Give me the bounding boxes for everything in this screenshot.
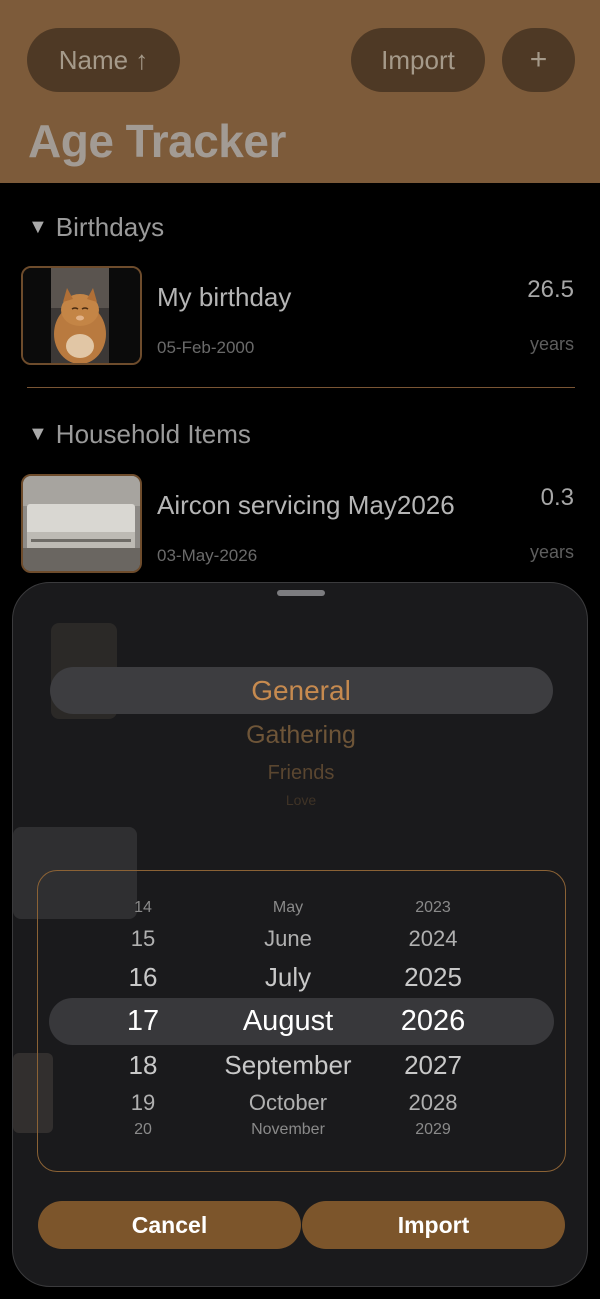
list-item[interactable]: My birthday 05-Feb-2000 26.5 years	[0, 266, 600, 366]
day-option-selected: 17	[126, 1005, 160, 1037]
date-row[interactable]: 15 June 2024	[38, 926, 567, 966]
month-option-selected: August	[242, 1005, 334, 1037]
section-title: Household Items	[55, 419, 251, 449]
month-option: June	[264, 926, 312, 951]
date-picker[interactable]: 14 May 2023 15 June 2024 16 July 2025 17…	[37, 870, 566, 1172]
disclosure-down-icon: ▼	[28, 423, 48, 445]
item-age-value: 26.5	[527, 276, 574, 303]
page-title: Age Tracker	[28, 115, 286, 167]
item-age-unit: years	[529, 334, 574, 354]
section-divider	[27, 387, 575, 388]
item-date: 03-May-2026	[157, 546, 258, 565]
date-row[interactable]: 16 July 2025	[38, 962, 567, 1002]
import-sheet: General Gathering Friends Love 14 May 20…	[12, 582, 588, 1287]
sort-button[interactable]: Name ↑	[27, 28, 180, 92]
month-option: October	[248, 1090, 328, 1115]
year-option: 2028	[408, 1090, 458, 1115]
disclosure-down-icon: ▼	[28, 216, 48, 238]
item-age-unit: years	[529, 542, 574, 562]
item-date: 05-Feb-2000	[157, 338, 255, 357]
list-item[interactable]: Aircon servicing May2026 03-May-2026 0.3…	[0, 474, 600, 574]
year-option: 2024	[408, 926, 458, 951]
date-row[interactable]: 20 November 2029	[38, 1121, 567, 1161]
section-header-household-items[interactable]: ▼ Household Items	[28, 419, 251, 450]
month-option: November	[251, 1121, 325, 1138]
month-option: July	[264, 962, 312, 992]
year-option-selected: 2026	[400, 1005, 466, 1037]
aircon-photo-icon	[21, 474, 142, 573]
date-row[interactable]: 18 September 2027	[38, 1050, 567, 1090]
import-confirm-button[interactable]: Import	[302, 1201, 565, 1249]
item-title: My birthday	[157, 282, 292, 312]
year-option: 2029	[415, 1121, 451, 1138]
day-option: 14	[134, 899, 152, 916]
year-option: 2025	[404, 962, 462, 992]
item-title: Aircon servicing May2026	[157, 490, 455, 520]
sheet-grabber-handle[interactable]	[277, 590, 325, 596]
day-option: 16	[128, 962, 158, 992]
section-title: Birthdays	[55, 212, 165, 242]
year-option: 2023	[415, 899, 451, 916]
month-option: May	[272, 899, 304, 916]
category-option[interactable]: Love	[13, 792, 587, 808]
month-option: September	[224, 1050, 352, 1080]
category-option[interactable]: Gathering	[13, 721, 587, 750]
day-option: 15	[130, 926, 156, 951]
category-option-selected[interactable]: General	[13, 675, 587, 707]
cancel-button[interactable]: Cancel	[38, 1201, 301, 1249]
item-age-value: 0.3	[540, 484, 574, 511]
date-row-selected[interactable]: 17 August 2026	[38, 1005, 567, 1045]
day-option: 18	[128, 1050, 158, 1080]
day-option: 20	[134, 1121, 152, 1138]
import-button[interactable]: Import	[351, 28, 485, 92]
add-button[interactable]: +	[502, 28, 575, 92]
section-header-birthdays[interactable]: ▼ Birthdays	[28, 212, 164, 243]
year-option: 2027	[404, 1050, 462, 1080]
cat-photo-icon	[21, 266, 142, 365]
category-option[interactable]: Friends	[13, 762, 587, 785]
app-header: Name ↑ Import + Age Tracker	[0, 0, 600, 183]
day-option: 19	[130, 1090, 156, 1115]
